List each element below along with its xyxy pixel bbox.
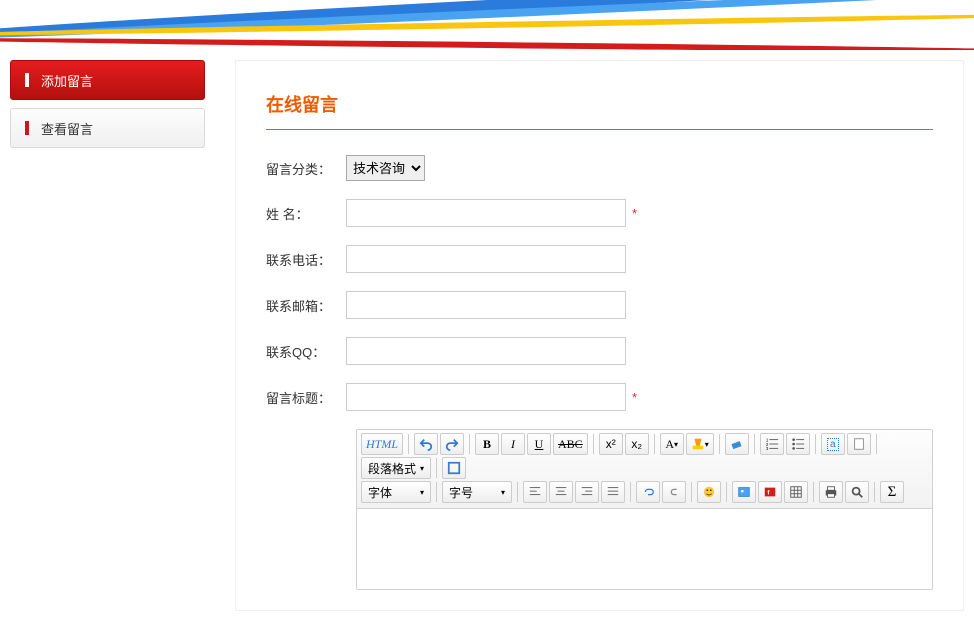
editor-body[interactable] [357,509,932,589]
table-icon[interactable] [784,481,808,503]
toolbar-separator [813,482,814,502]
toolbar-separator [876,434,877,454]
subscript-icon[interactable]: x₂ [625,433,649,455]
toolbar-separator [593,434,594,454]
toolbar-separator [654,434,655,454]
italic-icon[interactable]: I [501,433,525,455]
toolbar-separator [517,482,518,502]
align-right-icon[interactable] [575,481,599,503]
label-qq: 联系QQ： [266,342,346,361]
flash-icon[interactable]: f [758,481,782,503]
required-mark: * [632,206,637,221]
svg-text:3: 3 [766,446,769,451]
header-decor [0,0,974,50]
label-title: 留言标题： [266,388,346,407]
toolbar-separator [408,434,409,454]
qq-input[interactable] [346,337,626,365]
emoji-icon[interactable] [697,481,721,503]
page-title: 在线留言 [266,91,933,130]
erase-icon[interactable] [725,433,749,455]
new-page-icon[interactable] [847,433,871,455]
row-email: 联系邮箱： [266,291,933,319]
unlink-icon[interactable] [662,481,686,503]
preview-icon[interactable] [845,481,869,503]
symbol-icon[interactable]: Σ [880,481,904,503]
link-icon[interactable] [636,481,660,503]
email-input[interactable] [346,291,626,319]
ordered-list-icon[interactable]: 123 [760,433,784,455]
sidebar-marker [25,121,29,135]
align-justify-icon[interactable] [601,481,625,503]
toolbar-separator [874,482,875,502]
superscript-icon[interactable]: x² [599,433,623,455]
sidebar-active-marker [25,73,29,87]
toolbar-separator [469,434,470,454]
fullscreen-icon[interactable] [442,457,466,479]
sidebar: 添加留言 查看留言 [10,60,205,621]
form-card: 在线留言 留言分类： 技术咨询 姓 名： * 联系电话： 联系邮箱： [235,60,964,611]
phone-input[interactable] [346,245,626,273]
category-select[interactable]: 技术咨询 [346,155,425,181]
row-name: 姓 名： * [266,199,933,227]
main-content: 在线留言 留言分类： 技术咨询 姓 名： * 联系电话： 联系邮箱： [205,60,974,621]
toolbar-separator [630,482,631,502]
toolbar-separator [436,482,437,502]
underline-icon[interactable]: U [527,433,551,455]
row-title: 留言标题： * [266,383,933,411]
toolbar-separator [815,434,816,454]
label-email: 联系邮箱： [266,296,346,315]
align-center-icon[interactable] [549,481,573,503]
toolbar-separator [719,434,720,454]
title-input[interactable] [346,383,626,411]
redo-icon[interactable] [440,433,464,455]
image-icon[interactable] [732,481,756,503]
font-family-select[interactable]: 字体▾ [361,481,431,503]
strike-icon[interactable]: ABC [553,433,588,455]
rich-text-editor: HTML B I U ABC x² x₂ A▾ ▾ [356,429,933,590]
sidebar-item-add-message[interactable]: 添加留言 [10,60,205,100]
bold-icon[interactable]: B [475,433,499,455]
label-phone: 联系电话： [266,250,346,269]
unordered-list-icon[interactable] [786,433,810,455]
label-category: 留言分类： [266,159,346,178]
select-all-icon[interactable]: a [821,433,845,455]
sidebar-item-label: 查看留言 [41,119,93,138]
source-button[interactable]: HTML [361,433,403,455]
toolbar-separator [436,458,437,478]
sidebar-item-label: 添加留言 [41,71,93,90]
row-category: 留言分类： 技术咨询 [266,155,933,181]
name-input[interactable] [346,199,626,227]
font-size-select[interactable]: 字号▾ [442,481,512,503]
highlight-icon[interactable]: ▾ [686,433,714,455]
toolbar-separator [754,434,755,454]
toolbar-separator [726,482,727,502]
label-name: 姓 名： [266,204,346,223]
required-mark: * [632,390,637,405]
row-phone: 联系电话： [266,245,933,273]
toolbar-separator [691,482,692,502]
print-icon[interactable] [819,481,843,503]
align-left-icon[interactable] [523,481,547,503]
row-qq: 联系QQ： [266,337,933,365]
undo-icon[interactable] [414,433,438,455]
sidebar-item-view-message[interactable]: 查看留言 [10,108,205,148]
editor-toolbar: HTML B I U ABC x² x₂ A▾ ▾ [357,430,932,509]
text-color-icon[interactable]: A▾ [660,433,684,455]
paragraph-format-select[interactable]: 段落格式▾ [361,457,431,479]
